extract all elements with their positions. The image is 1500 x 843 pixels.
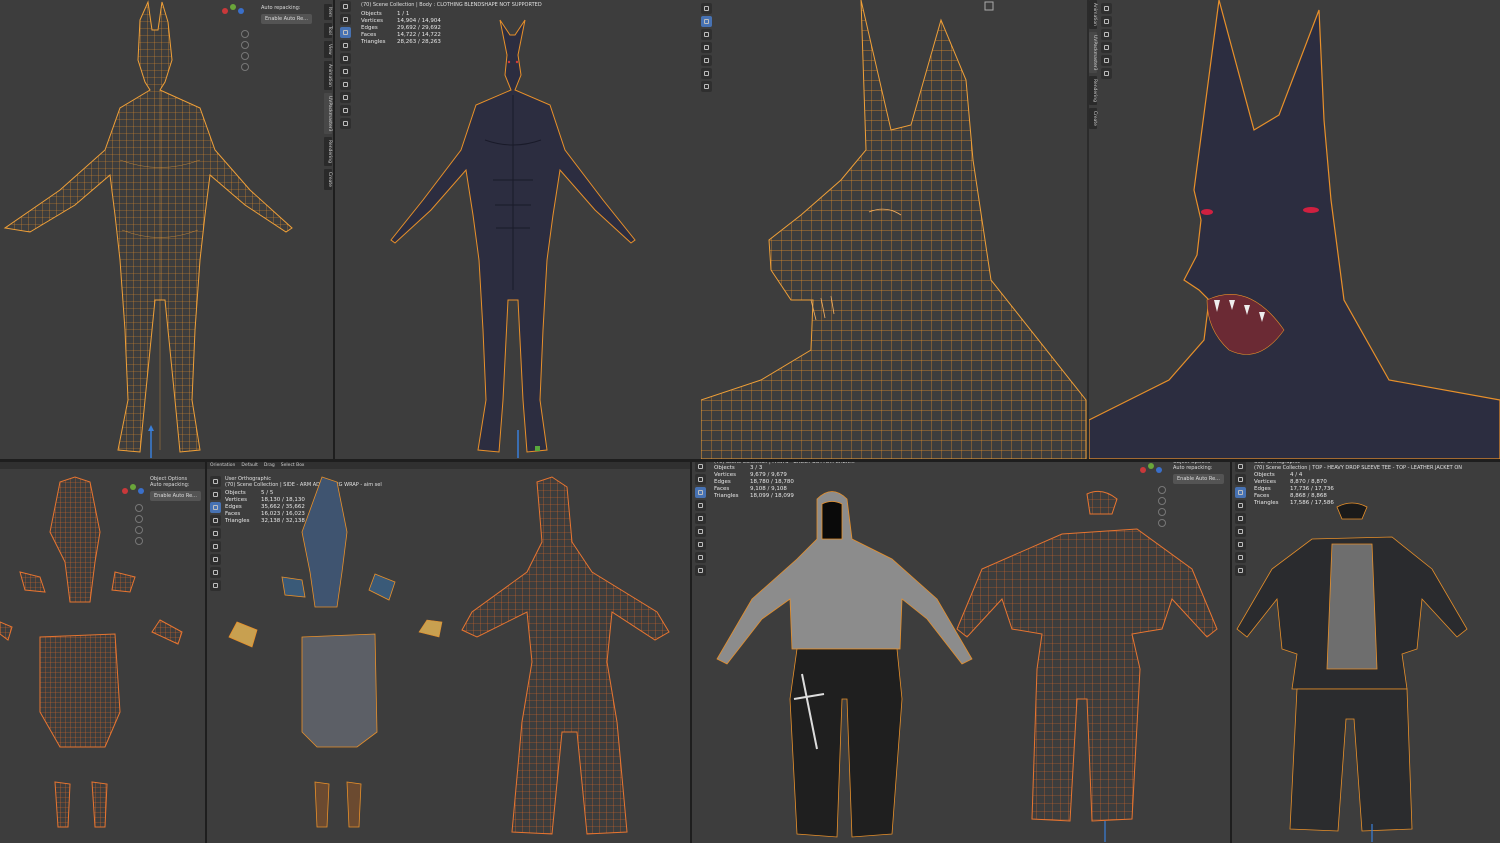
screenshot-collage: Auto repacking: Enable Auto Re... Item T…	[0, 0, 1500, 843]
jacket-render	[1236, 502, 1468, 842]
body-solid-render	[390, 19, 636, 458]
viewport-head-wireframe[interactable]	[701, 0, 1087, 459]
viewport-body-solid[interactable]: (70) Scene Collection | Body : CLOTHING …	[335, 0, 701, 459]
panel-divider	[205, 462, 207, 843]
tab-rendering[interactable]: Rendering	[324, 137, 332, 167]
viewport-armor-wireframe[interactable]: Object Options Auto repacking: Enable Au…	[0, 462, 205, 843]
viewport-nav-tools[interactable]	[241, 30, 249, 71]
camera-icon[interactable]	[241, 52, 249, 60]
camera-icon	[984, 1, 994, 11]
grid-icon[interactable]	[241, 63, 249, 71]
panel-divider	[690, 459, 692, 843]
panel-divider	[0, 459, 1500, 462]
tab-item[interactable]: Item	[324, 4, 332, 21]
tab-create[interactable]: Create	[324, 169, 332, 191]
tab-tool[interactable]: Tool	[324, 23, 332, 38]
viewport-body-wireframe[interactable]: Auto repacking: Enable Auto Re... Item T…	[0, 0, 333, 459]
viewport-hoodie-outfit[interactable]: (70) Scene Collection | PANTS - BAGGY BO…	[692, 459, 1230, 843]
tab-animation[interactable]: Animation	[324, 60, 332, 90]
tab-uvpackmaster[interactable]: UVPackmaster3	[324, 92, 332, 135]
auto-repack-panel: Auto repacking: Enable Auto Re...	[261, 5, 312, 24]
hand-pan-icon[interactable]	[241, 41, 249, 49]
tab-view[interactable]: View	[324, 41, 332, 58]
panel-divider	[1230, 459, 1232, 843]
body-wireframe-render	[3, 0, 293, 458]
enable-auto-repack-button[interactable]: Enable Auto Re...	[261, 14, 312, 24]
origin-marker	[148, 425, 154, 458]
viewport-head-solid[interactable]: Animation UVPackmaster3 Rendering Create	[1089, 0, 1500, 459]
armor-wireframe-render	[0, 476, 183, 828]
viewport-jacket-outfit[interactable]: User Orthographic (70) Scene Collection …	[1232, 459, 1500, 843]
panel-divider	[333, 0, 335, 459]
hoodie-render	[716, 490, 1218, 842]
navigation-gizmo[interactable]	[222, 4, 248, 18]
head-wireframe-render	[701, 0, 1087, 459]
auto-repack-label: Auto repacking:	[261, 5, 301, 11]
zoom-icon[interactable]	[241, 30, 249, 38]
viewport-armor-solid[interactable]: Orientation Default Drag Select Box User…	[207, 462, 690, 843]
head-solid-render	[1089, 0, 1500, 459]
armor-cloak-render	[228, 476, 670, 835]
sidebar-tabs: Item Tool View Animation UVPackmaster3 R…	[324, 4, 332, 191]
